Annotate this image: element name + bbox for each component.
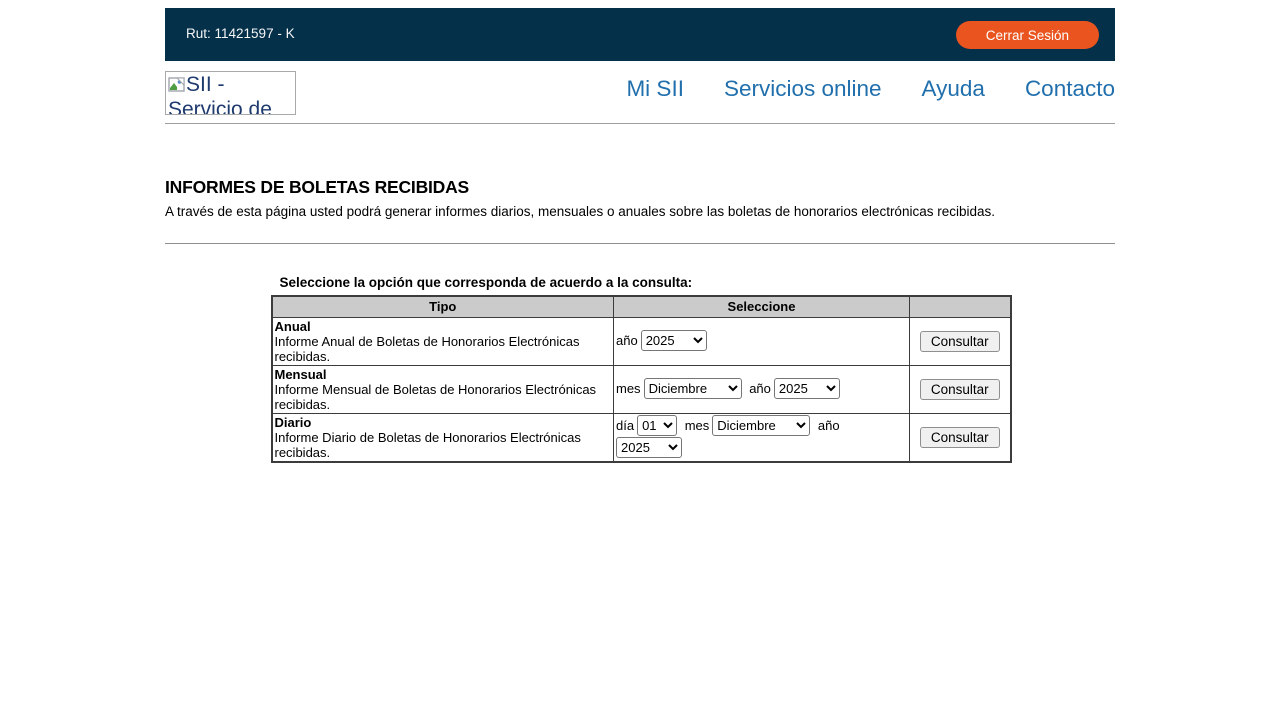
page-title: INFORMES DE BOLETAS RECIBIDAS xyxy=(165,177,1115,198)
nav-link-ayuda[interactable]: Ayuda xyxy=(922,76,985,102)
broken-image-icon xyxy=(168,75,185,98)
consultar-anual-button[interactable]: Consultar xyxy=(920,331,1000,352)
table-row-mensual: Mensual Informe Mensual de Boletas de Ho… xyxy=(272,365,1011,413)
column-header-accion xyxy=(910,296,1011,317)
consultar-mensual-button[interactable]: Consultar xyxy=(920,379,1000,400)
consultar-diario-button[interactable]: Consultar xyxy=(920,427,1000,448)
row-description: Informe Anual de Boletas de Honorarios E… xyxy=(275,334,580,364)
cell-tipo-mensual: Mensual Informe Mensual de Boletas de Ho… xyxy=(272,365,614,413)
cell-seleccione-mensual: mesDiciembre año2025 xyxy=(614,365,910,413)
nav-link-contacto[interactable]: Contacto xyxy=(1025,76,1115,102)
year-label: año xyxy=(749,381,771,396)
main-nav: Mi SII Servicios online Ayuda Contacto xyxy=(626,76,1115,108)
consulta-section: Seleccione la opción que corresponda de … xyxy=(271,275,1010,463)
logo-alt-text-line2: Servicio de xyxy=(168,98,293,115)
page-container: Rut: 11421597 - K Cerrar Sesión SII - Se… xyxy=(165,8,1115,463)
table-row-diario: Diario Informe Diario de Boletas de Hono… xyxy=(272,413,1011,462)
cell-action-diario: Consultar xyxy=(910,413,1011,462)
cell-action-mensual: Consultar xyxy=(910,365,1011,413)
row-type-label: Diario xyxy=(275,415,312,430)
cell-seleccione-diario: día01 mesDiciembre año 2025 xyxy=(614,413,910,462)
cell-tipo-anual: Anual Informe Anual de Boletas de Honora… xyxy=(272,317,614,365)
logo-alt-text-line1: SII - xyxy=(186,73,225,96)
year-label: año xyxy=(818,418,840,433)
page-subtitle: A través de esta página usted podrá gene… xyxy=(165,204,1115,219)
day-label: día xyxy=(616,418,634,433)
logo-broken-image: SII - Servicio de xyxy=(165,71,296,115)
section-divider xyxy=(165,243,1115,244)
report-options-table: Tipo Seleccione Anual Informe Anual de B… xyxy=(271,295,1012,463)
cell-tipo-diario: Diario Informe Diario de Boletas de Hono… xyxy=(272,413,614,462)
diario-year-select[interactable]: 2025 xyxy=(616,437,682,458)
cell-action-anual: Consultar xyxy=(910,317,1011,365)
diario-month-select[interactable]: Diciembre xyxy=(712,415,810,436)
logout-button[interactable]: Cerrar Sesión xyxy=(956,21,1099,49)
cell-seleccione-anual: año2025 xyxy=(614,317,910,365)
topbar: Rut: 11421597 - K Cerrar Sesión xyxy=(165,8,1115,61)
mensual-year-select[interactable]: 2025 xyxy=(774,378,840,399)
logo-link[interactable]: SII - Servicio de xyxy=(165,70,296,115)
month-label: mes xyxy=(685,418,710,433)
nav-link-servicios-online[interactable]: Servicios online xyxy=(724,76,882,102)
consulta-prompt: Seleccione la opción que corresponda de … xyxy=(280,275,1010,290)
table-header-row: Tipo Seleccione xyxy=(272,296,1011,317)
diario-day-select[interactable]: 01 xyxy=(637,415,677,436)
site-header: SII - Servicio de Mi SII Servicios onlin… xyxy=(165,61,1115,124)
column-header-tipo: Tipo xyxy=(272,296,614,317)
row-type-label: Anual xyxy=(275,319,311,334)
month-label: mes xyxy=(616,381,641,396)
table-row-anual: Anual Informe Anual de Boletas de Honora… xyxy=(272,317,1011,365)
year-label: año xyxy=(616,333,638,348)
anual-year-select[interactable]: 2025 xyxy=(641,330,707,351)
row-description: Informe Mensual de Boletas de Honorarios… xyxy=(275,382,597,412)
nav-link-mi-sii[interactable]: Mi SII xyxy=(626,76,684,102)
column-header-seleccione: Seleccione xyxy=(614,296,910,317)
rut-label: Rut: 11421597 - K xyxy=(186,26,295,41)
row-description: Informe Diario de Boletas de Honorarios … xyxy=(275,430,581,460)
row-type-label: Mensual xyxy=(275,367,327,382)
mensual-month-select[interactable]: Diciembre xyxy=(644,378,742,399)
